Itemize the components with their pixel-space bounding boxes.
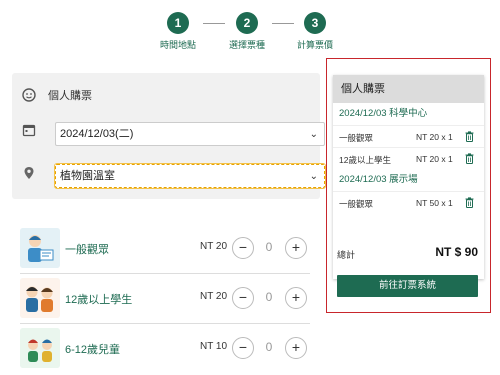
trash-icon[interactable] (465, 197, 474, 208)
quantity-value: 0 (265, 290, 273, 304)
ticket-name: 6-12歲兒童 (65, 344, 121, 356)
date-select[interactable]: 2024/12/03(二) ⌄ (55, 122, 325, 146)
summary-section-heading: 2024/12/03 科學中心 (339, 108, 428, 119)
trash-icon[interactable] (465, 153, 474, 164)
ticket-type-label: 個人購票 (48, 90, 92, 102)
step-3[interactable]: 3 計算票價 (285, 12, 345, 51)
calendar-icon (22, 123, 36, 137)
booking-form-card: 個人購票 2024/12/03(二) ⌄ 植物園溫室 ⌄ (12, 73, 326, 199)
ticket-row: 一般觀眾 NT 20 − 0 + (20, 226, 310, 270)
ticket-name: 一般觀眾 (65, 244, 109, 256)
ticket-price: NT 20 (200, 291, 228, 302)
step-number: 1 (167, 12, 189, 34)
total-label: 總計 (337, 250, 356, 260)
increase-quantity-button[interactable]: + (285, 237, 307, 259)
student-illustration (20, 278, 60, 318)
go-to-booking-system-button[interactable]: 前往訂票系統 (337, 275, 478, 297)
venue-select[interactable]: 植物園溫室 ⌄ (54, 163, 326, 189)
trash-icon[interactable] (465, 131, 474, 142)
venue-row (22, 166, 48, 180)
step-number: 2 (236, 12, 258, 34)
summary-section-heading: 2024/12/03 展示場 (339, 174, 418, 185)
total-value: NT $ 90 (435, 245, 478, 259)
divider (20, 273, 310, 274)
adult-visitor-illustration (20, 228, 60, 268)
step-1[interactable]: 1 時間地點 (148, 12, 208, 51)
quantity-value: 0 (265, 340, 273, 354)
ticket-type-row: 個人購票 (22, 87, 92, 103)
date-row (22, 123, 48, 137)
decrease-quantity-button[interactable]: − (232, 337, 254, 359)
order-summary-panel: 個人購票 2024/12/03 科學中心 一般觀眾 NT 20 x 1 12歲以… (326, 58, 491, 313)
increase-quantity-button[interactable]: + (285, 287, 307, 309)
summary-item: 一般觀眾 NT 50 x 1 (333, 191, 484, 213)
ticket-price: NT 10 (200, 341, 228, 352)
summary-item: 一般觀眾 NT 20 x 1 (333, 125, 484, 147)
step-2[interactable]: 2 選擇票種 (217, 12, 277, 51)
date-select-value: 2024/12/03(二) (60, 128, 134, 140)
ticket-row: 6-12歲兒童 NT 10 − 0 + (20, 326, 310, 370)
summary-item-name: 一般觀眾 (339, 199, 374, 209)
summary-item-qty: NT 20 x 1 (416, 154, 453, 164)
summary-item-qty: NT 50 x 1 (416, 198, 453, 208)
decrease-quantity-button[interactable]: − (232, 287, 254, 309)
step-number: 3 (304, 12, 326, 34)
chevron-down-icon: ⌄ (309, 171, 318, 182)
divider (20, 323, 310, 324)
decrease-quantity-button[interactable]: − (232, 237, 254, 259)
face-icon (22, 88, 36, 102)
step-label: 時間地點 (159, 40, 196, 50)
ticket-row: 12歲以上學生 NT 20 − 0 + (20, 276, 310, 320)
summary-title: 個人購票 (333, 75, 484, 103)
chevron-down-icon: ⌄ (309, 129, 318, 140)
location-pin-icon (22, 166, 36, 180)
increase-quantity-button[interactable]: + (285, 337, 307, 359)
summary-item-name: 12歲以上學生 (339, 155, 391, 165)
step-label: 計算票價 (296, 40, 333, 50)
summary-item-qty: NT 20 x 1 (416, 132, 453, 142)
step-label: 選擇票種 (228, 40, 265, 50)
child-illustration (20, 328, 60, 368)
summary-item-name: 一般觀眾 (339, 133, 374, 143)
progress-stepper: 1 時間地點 2 選擇票種 3 計算票價 (0, 12, 500, 56)
summary-item: 12歲以上學生 NT 20 x 1 (333, 147, 484, 169)
ticket-name: 12歲以上學生 (65, 294, 133, 306)
ticket-price: NT 20 (200, 241, 228, 252)
quantity-value: 0 (265, 240, 273, 254)
venue-select-value: 植物園溫室 (60, 170, 115, 182)
